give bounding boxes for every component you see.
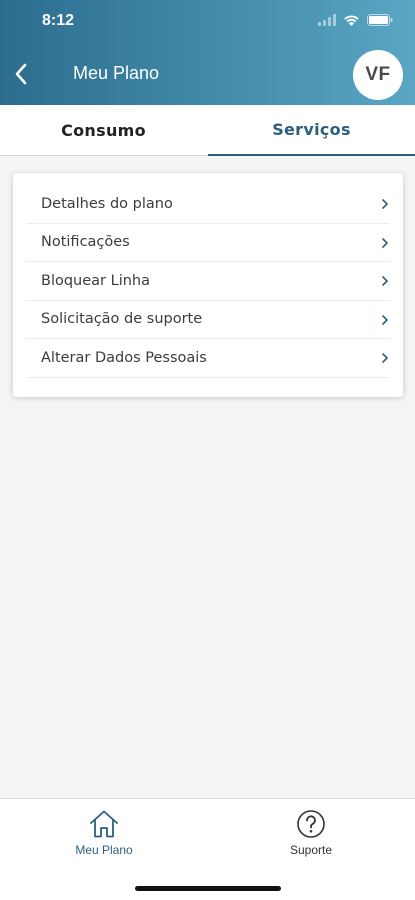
- avatar[interactable]: VF: [353, 50, 403, 100]
- bottom-navigation: Meu Plano Suporte: [0, 798, 415, 900]
- chevron-right-icon: [382, 237, 389, 248]
- app-header: 8:12 Meu Plano VF: [0, 0, 415, 105]
- status-time: 8:12: [42, 12, 75, 29]
- menu-item-label: Notificações: [41, 234, 130, 251]
- chevron-left-icon: [15, 63, 27, 85]
- chevron-right-icon: [382, 199, 389, 209]
- tab-label: Serviços: [272, 120, 351, 139]
- menu-item-notificacoes[interactable]: Notificações: [26, 224, 390, 262]
- bottom-nav-suporte[interactable]: Suporte: [251, 809, 371, 869]
- services-menu: Detalhes do plano Notificações Bloquear …: [26, 185, 390, 378]
- menu-item-detalhes-do-plano[interactable]: Detalhes do plano: [26, 185, 390, 224]
- chevron-right-icon: [382, 314, 389, 325]
- home-icon: [90, 810, 118, 838]
- page-title: Meu Plano: [73, 63, 160, 83]
- services-card: Detalhes do plano Notificações Bloquear …: [13, 173, 403, 397]
- battery-icon: [367, 14, 393, 26]
- tab-servicos[interactable]: Serviços: [208, 105, 415, 156]
- back-button[interactable]: [6, 58, 36, 90]
- tab-label: Consumo: [61, 121, 146, 140]
- chevron-right-icon: [382, 276, 389, 286]
- avatar-initials: VF: [365, 64, 391, 85]
- status-bar: 8:12: [0, 0, 415, 44]
- help-circle-icon: [297, 810, 325, 838]
- status-icons: [318, 14, 393, 26]
- bottom-nav-label: Meu Plano: [75, 843, 133, 857]
- menu-item-label: Bloquear Linha: [41, 272, 150, 289]
- menu-item-label: Detalhes do plano: [41, 195, 173, 212]
- menu-item-alterar-dados-pessoais[interactable]: Alterar Dados Pessoais: [26, 339, 390, 378]
- menu-item-bloquear-linha[interactable]: Bloquear Linha: [26, 262, 390, 301]
- nav-bar: Meu Plano VF: [0, 48, 415, 102]
- bottom-nav-label: Suporte: [289, 843, 333, 857]
- home-indicator: [135, 886, 281, 891]
- bottom-nav-meu-plano[interactable]: Meu Plano: [44, 809, 164, 869]
- wifi-icon: [344, 15, 359, 26]
- chevron-right-icon: [382, 353, 389, 363]
- menu-item-label: Solicitação de suporte: [41, 311, 203, 328]
- tab-consumo[interactable]: Consumo: [0, 105, 207, 156]
- menu-item-solicitacao-de-suporte[interactable]: Solicitação de suporte: [26, 301, 390, 339]
- signal-icon: [318, 14, 336, 26]
- tab-bar: Consumo Serviços: [0, 105, 415, 156]
- menu-item-label: Alterar Dados Pessoais: [41, 349, 207, 366]
